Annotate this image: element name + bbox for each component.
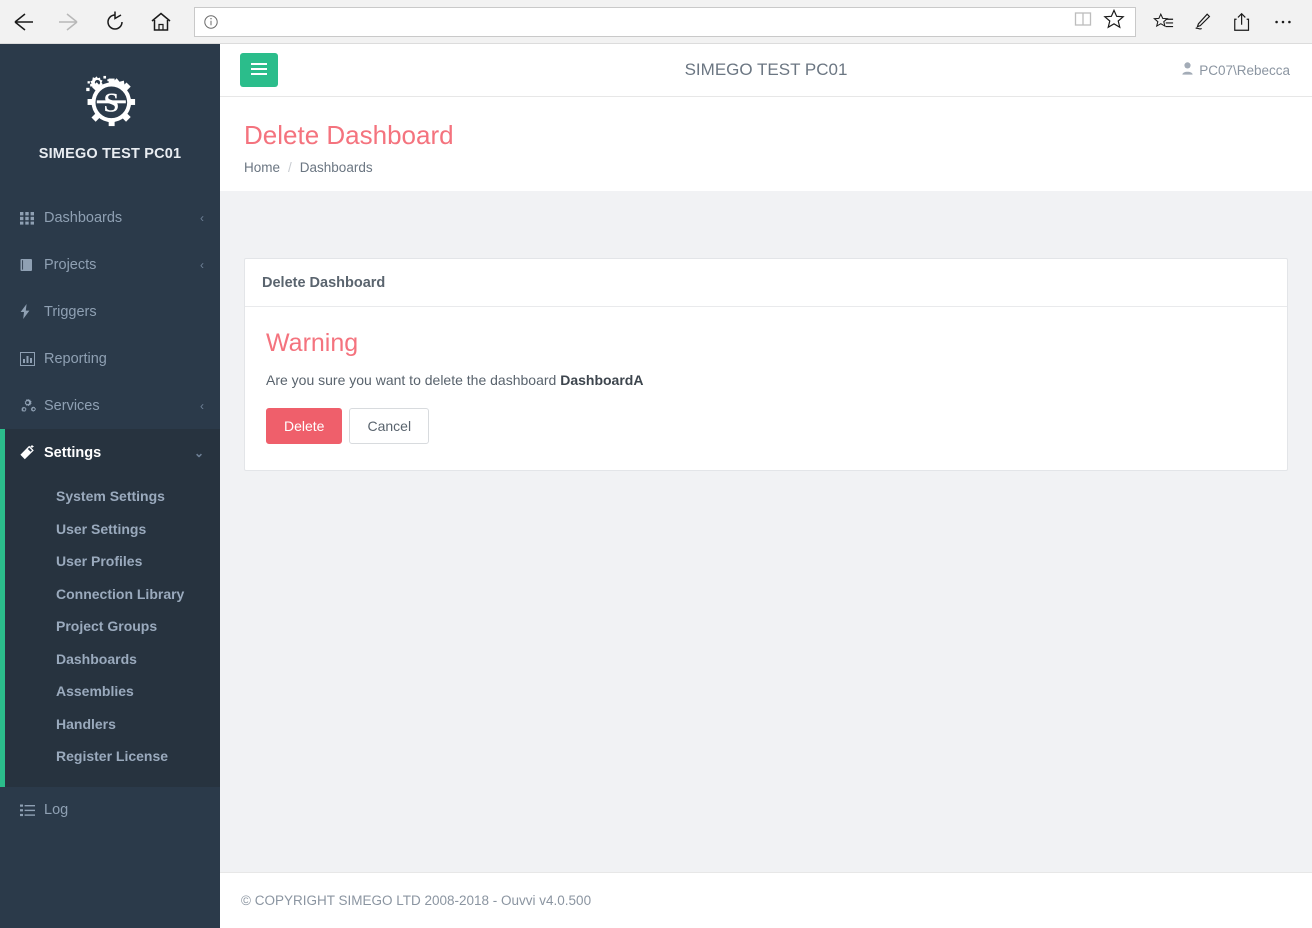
magic-wand-icon bbox=[20, 445, 44, 460]
bolt-icon bbox=[20, 304, 44, 319]
sidebar-item-label: Dashboards bbox=[44, 209, 123, 226]
chevron-down-icon: ⌄ bbox=[193, 445, 204, 460]
topbar-title: SIMEGO TEST PC01 bbox=[684, 60, 848, 79]
sidebar-toggle-button[interactable] bbox=[240, 53, 278, 87]
web-note-icon[interactable] bbox=[1184, 0, 1222, 44]
sidebar-item-services[interactable]: Services ‹ bbox=[0, 382, 220, 429]
submenu-item-assemblies[interactable]: Assemblies bbox=[5, 675, 220, 708]
confirmation-message-prefix: Are you sure you want to delete the dash… bbox=[266, 371, 561, 388]
brand: S SIMEGO TEST PC01 bbox=[0, 44, 220, 162]
submenu-item-user-settings[interactable]: User Settings bbox=[5, 513, 220, 546]
sidebar-item-label: Triggers bbox=[44, 303, 97, 320]
hamburger-icon bbox=[251, 62, 267, 78]
delete-button[interactable]: Delete bbox=[266, 407, 343, 445]
sidebar-item-reporting[interactable]: Reporting bbox=[0, 335, 220, 382]
refresh-button[interactable] bbox=[92, 0, 138, 44]
sidebar-item-label: Settings bbox=[44, 444, 102, 461]
cancel-button[interactable]: Cancel bbox=[349, 407, 430, 445]
more-options-icon[interactable] bbox=[1264, 0, 1302, 44]
app-shell: S SIMEGO TEST PC01 Dashboards ‹ Projects… bbox=[0, 44, 1312, 928]
sidebar-item-triggers[interactable]: Triggers bbox=[0, 288, 220, 335]
current-user[interactable]: PC07\Rebecca bbox=[1182, 62, 1290, 78]
address-input[interactable] bbox=[225, 13, 1073, 30]
back-arrow-icon bbox=[14, 12, 33, 31]
sidebar-item-log[interactable]: Log bbox=[0, 787, 220, 834]
share-icon[interactable] bbox=[1224, 0, 1262, 44]
forward-arrow-icon bbox=[59, 12, 78, 31]
main-content: Delete Dashboard Warning Are you sure yo… bbox=[220, 234, 1312, 928]
submenu-item-user-profiles[interactable]: User Profiles bbox=[5, 545, 220, 578]
back-button[interactable] bbox=[0, 0, 46, 44]
warning-heading: Warning bbox=[266, 329, 359, 357]
sidebar-item-dashboards[interactable]: Dashboards ‹ bbox=[0, 194, 220, 241]
book-icon bbox=[20, 258, 44, 272]
user-icon bbox=[1182, 62, 1193, 78]
brand-name: SIMEGO TEST PC01 bbox=[38, 146, 182, 162]
home-button[interactable] bbox=[138, 0, 184, 44]
breadcrumb-separator: / bbox=[288, 159, 292, 175]
refresh-icon bbox=[107, 11, 123, 30]
sidebar-item-label: Services bbox=[44, 397, 100, 414]
confirmation-message: Are you sure you want to delete the dash… bbox=[266, 372, 1266, 388]
cogs-icon bbox=[20, 398, 44, 413]
submenu-item-dashboards[interactable]: Dashboards bbox=[5, 643, 220, 676]
sidebar-item-label: Reporting bbox=[44, 350, 107, 367]
delete-dashboard-card: Delete Dashboard Warning Are you sure yo… bbox=[244, 258, 1288, 472]
current-user-label: PC07\Rebecca bbox=[1199, 62, 1290, 78]
chevron-left-icon: ‹ bbox=[200, 398, 204, 413]
page-title: Delete Dashboard bbox=[244, 120, 454, 150]
settings-submenu: System Settings User Settings User Profi… bbox=[0, 476, 220, 787]
address-bar[interactable] bbox=[194, 6, 1136, 37]
sidebar-item-settings[interactable]: Settings ⌄ bbox=[0, 429, 220, 476]
simego-logo-icon: S bbox=[0, 68, 220, 134]
breadcrumb: Home / Dashboards bbox=[244, 160, 1288, 175]
footer: © COPYRIGHT SIMEGO LTD 2008-2018 - Ouvvi… bbox=[220, 872, 1312, 928]
hub-icon[interactable] bbox=[1144, 0, 1182, 44]
card-body: Warning Are you sure you want to delete … bbox=[245, 307, 1287, 470]
dashboard-name: DashboardA bbox=[560, 371, 644, 388]
sidebar-item-label: Projects bbox=[44, 256, 97, 273]
chevron-left-icon: ‹ bbox=[200, 257, 204, 272]
topbar: SIMEGO TEST PC01 PC07\Rebecca bbox=[220, 44, 1312, 97]
submenu-item-connection-library[interactable]: Connection Library bbox=[5, 578, 220, 611]
browser-toolbar-right bbox=[1144, 0, 1312, 44]
sidebar-nav: Dashboards ‹ Projects ‹ Triggers Reporti… bbox=[0, 194, 220, 834]
grid-icon bbox=[20, 211, 44, 225]
bar-chart-icon bbox=[20, 351, 44, 366]
list-icon bbox=[20, 804, 44, 817]
submenu-item-register-license[interactable]: Register License bbox=[5, 740, 220, 773]
favorites-star-icon[interactable] bbox=[1103, 8, 1125, 35]
submenu-item-handlers[interactable]: Handlers bbox=[5, 708, 220, 741]
submenu-item-project-groups[interactable]: Project Groups bbox=[5, 610, 220, 643]
breadcrumb-dashboards[interactable]: Dashboards bbox=[300, 160, 373, 175]
browser-chrome bbox=[0, 0, 1312, 44]
forward-button[interactable] bbox=[46, 0, 92, 44]
reading-view-icon[interactable] bbox=[1073, 9, 1093, 34]
info-icon bbox=[203, 14, 219, 30]
copyright-text: © COPYRIGHT SIMEGO LTD 2008-2018 - Ouvvi… bbox=[241, 893, 592, 908]
sidebar-item-label: Log bbox=[44, 802, 69, 818]
card-header: Delete Dashboard bbox=[245, 259, 1287, 307]
sidebar-item-projects[interactable]: Projects ‹ bbox=[0, 241, 220, 288]
chevron-left-icon: ‹ bbox=[200, 210, 204, 225]
submenu-item-system-settings[interactable]: System Settings bbox=[5, 480, 220, 513]
page-header: Delete Dashboard Home / Dashboards bbox=[220, 97, 1312, 191]
action-buttons: Delete Cancel bbox=[266, 407, 1266, 445]
home-icon bbox=[151, 12, 171, 31]
sidebar: S SIMEGO TEST PC01 Dashboards ‹ Projects… bbox=[0, 44, 220, 928]
breadcrumb-home[interactable]: Home bbox=[244, 160, 280, 175]
